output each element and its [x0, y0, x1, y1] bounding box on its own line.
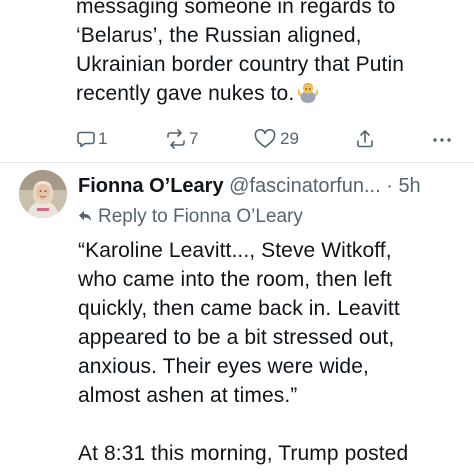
previous-tweet-line: Ukrainian border country that Putin: [76, 53, 405, 76]
tweet-timestamp[interactable]: 5h: [398, 175, 420, 197]
previous-tweet-line: messaging someone in regards to: [76, 0, 396, 18]
author-handle[interactable]: @fascinatorfun...: [229, 175, 380, 197]
reply-button[interactable]: 1: [76, 126, 107, 152]
avatar[interactable]: [19, 170, 67, 218]
reply-count: 1: [98, 129, 108, 148]
share-button[interactable]: [355, 126, 375, 152]
tweet-body-line: appeared to be a bit stressed out,: [78, 326, 395, 349]
reply-icon: [76, 129, 96, 149]
share-icon: [355, 129, 375, 149]
retweet-count: 7: [189, 129, 199, 148]
reply-to-label: Reply to Fionna O’Leary: [98, 206, 303, 227]
author-name[interactable]: Fionna O’Leary: [78, 175, 224, 197]
like-button[interactable]: 29: [254, 126, 299, 152]
tweet-body-line: who came into the room, then left: [78, 268, 392, 291]
heart-icon: [254, 129, 276, 149]
tweet-divider: [0, 162, 474, 163]
tweet-body-line: At 8:31 this morning, Trump posted: [78, 442, 409, 465]
retweet-button[interactable]: 7: [165, 126, 198, 152]
tweet-thread-screen: messaging someone in regards to ‘Belarus…: [0, 0, 474, 474]
more-button[interactable]: [431, 126, 453, 152]
tweet-header: Fionna O’Leary @fascinatorfun... · 5h: [78, 172, 468, 200]
previous-tweet-line-text: recently gave nukes to.: [76, 82, 295, 105]
previous-tweet-text: messaging someone in regards to ‘Belarus…: [76, 0, 466, 108]
reply-arrow-icon: [78, 204, 98, 230]
more-icon: [431, 129, 453, 149]
tweet-body-line: “Karoline Leavitt..., Steve Witkoff,: [78, 239, 392, 262]
tweet-body-line: almost ashen at times.”: [78, 384, 298, 407]
separator-dot: ·: [386, 175, 393, 197]
like-count: 29: [280, 129, 299, 148]
tweet-body-line: quickly, then came back in. Leavitt: [78, 297, 400, 320]
retweet-icon: [165, 129, 187, 149]
previous-tweet-line: ‘Belarus’, the Russian aligned,: [76, 24, 362, 47]
tweet-body-line: anxious. Their eyes were wide,: [78, 355, 369, 378]
tweet-action-bar: 1 7 29: [76, 126, 456, 152]
previous-tweet-line: recently gave nukes to.: [76, 79, 466, 108]
person-shrugging-emoji: [297, 81, 320, 103]
tweet-body: “Karoline Leavitt..., Steve Witkoff, who…: [78, 236, 468, 468]
reply-to-indicator[interactable]: Reply to Fionna O’Leary: [78, 204, 303, 230]
